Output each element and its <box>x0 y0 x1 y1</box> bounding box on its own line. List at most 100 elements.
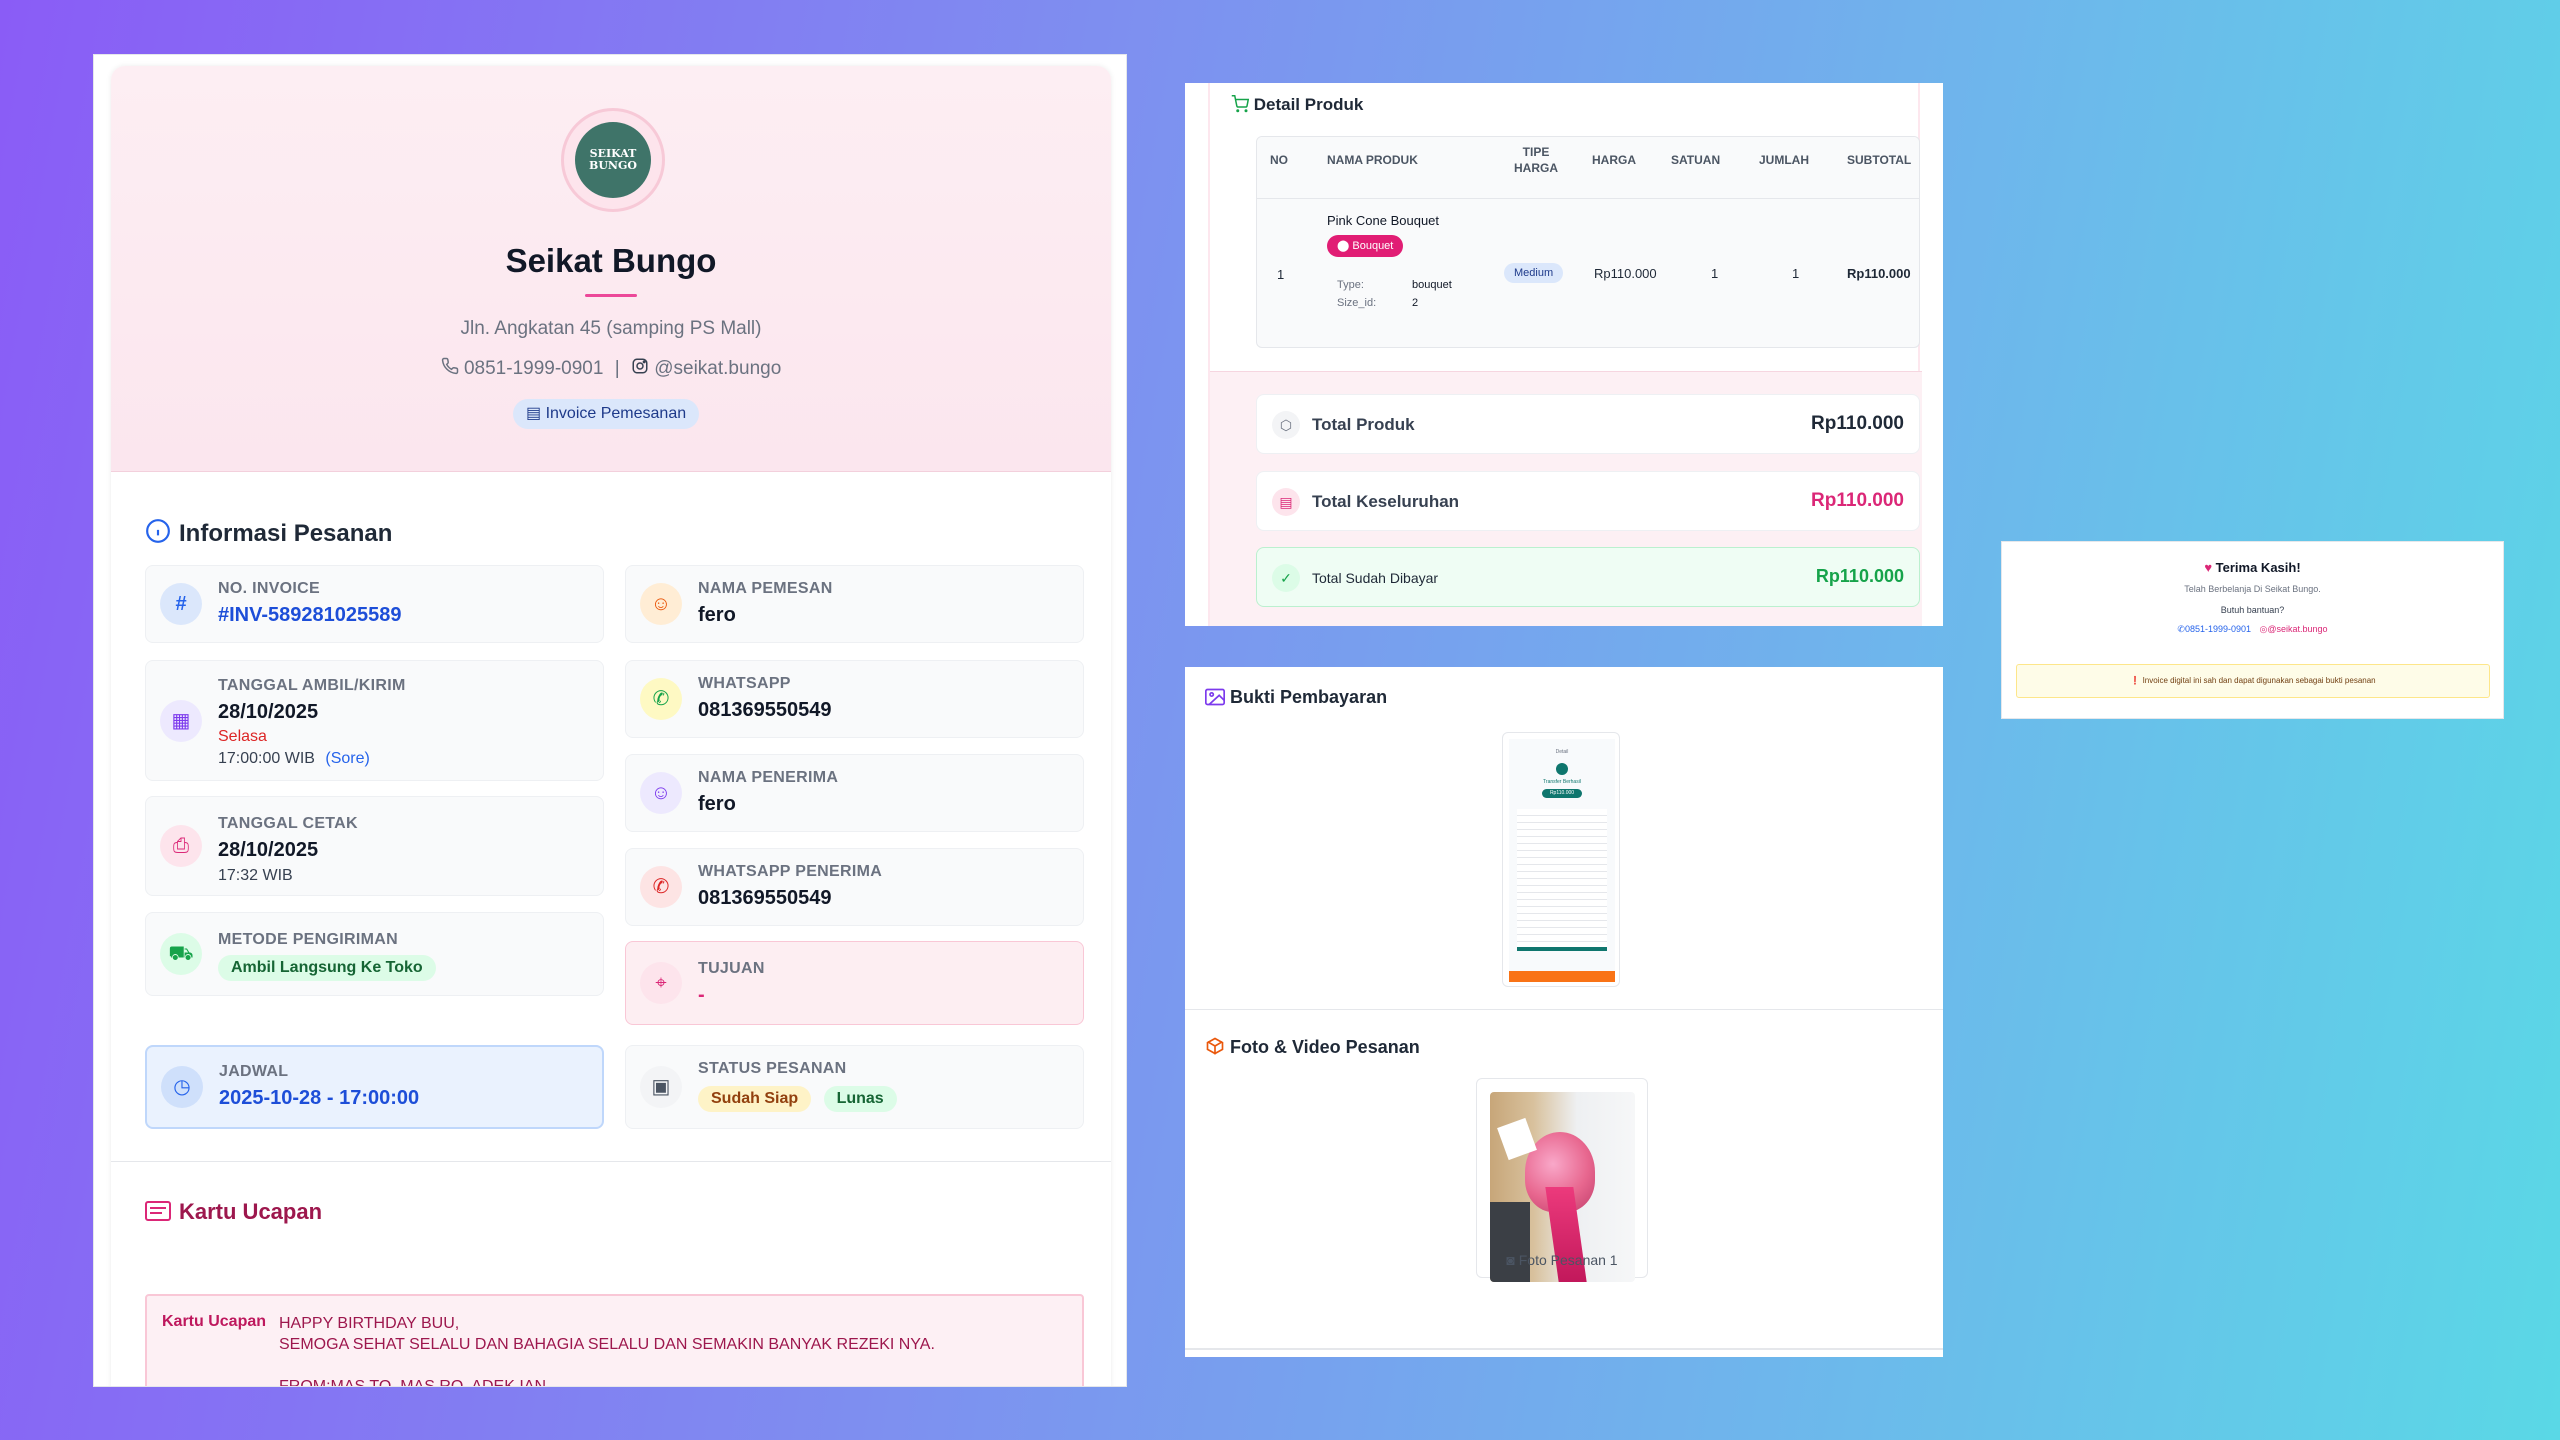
receipt-image: Detail Transfer Berhasil Rp110.000 <box>1509 739 1615 982</box>
total-paid-row: ✓ Total Sudah Dibayar Rp110.000 <box>1256 547 1920 607</box>
truck-icon: ⛟ <box>160 933 202 975</box>
title-underline <box>585 294 637 297</box>
validity-note-text: Invoice digital ini sah dan dapat diguna… <box>2142 676 2376 685</box>
thank-you-panel: ♥ Terima Kasih! Telah Berbelanja Di Seik… <box>2001 541 2504 719</box>
column-header: SATUAN <box>1671 153 1721 167</box>
table-row: 1 Pink Cone Bouquet ⬤ Bouquet Type: bouq… <box>1257 199 1919 347</box>
pickup-date-label: TANGGAL AMBIL/KIRIM <box>218 677 406 694</box>
type-label: Type: <box>1337 279 1364 291</box>
store-name: Seikat Bungo <box>505 242 717 279</box>
thanks-contact: ✆0851-1999-0901 ◎@seikat.bungo <box>2002 624 2503 635</box>
size-label: Size_id: <box>1337 297 1377 309</box>
thanks-phone[interactable]: 0851-1999-0901 <box>2185 624 2251 634</box>
delivery-method-label: METODE PENGIRIMAN <box>218 931 398 948</box>
receipt-amount: Rp110.000 <box>1542 789 1582 798</box>
info-icon <box>145 518 171 551</box>
column-header: NO <box>1270 153 1288 167</box>
recipient-name-card: ☺ NAMA PENERIMA fero <box>625 754 1084 832</box>
greeting-message: HAPPY BIRTHDAY BUU, SEMOGA SEHAT SELALU … <box>279 1313 935 1386</box>
subtotal-value: Rp110.000 <box>1847 266 1911 281</box>
logo-text: SEIKAT BUNGO <box>575 122 651 198</box>
recipient-name-label: NAMA PENERIMA <box>698 769 839 786</box>
pickup-day: Selasa <box>218 728 267 745</box>
thanks-title: ♥ Terima Kasih! <box>2002 560 2503 575</box>
whatsapp-value[interactable]: 081369550549 <box>698 699 831 722</box>
product-table: NO NAMA PRODUK TIPE HARGA HARGA SATUAN JU… <box>1256 136 1920 348</box>
instagram-icon <box>631 358 654 380</box>
grand-total-value: Rp110.000 <box>1811 490 1904 511</box>
section-divider <box>111 1161 1111 1162</box>
invoice-header: SEIKAT BUNGO Seikat Bungo Jln. Angkatan … <box>111 66 1111 472</box>
print-date-value: 28/10/2025 <box>218 839 319 861</box>
delivery-method-card: ⛟ METODE PENGIRIMAN Ambil Langsung Ke To… <box>145 912 604 996</box>
thanks-instagram[interactable]: @seikat.bungo <box>2267 624 2327 634</box>
total-paid-value: Rp110.000 <box>1815 566 1904 586</box>
schedule-label: JADWAL <box>219 1063 289 1080</box>
status-paid-badge: Lunas <box>823 1086 897 1112</box>
package-icon <box>1205 1037 1225 1057</box>
product-name: Pink Cone Bouquet <box>1327 213 1440 228</box>
phone-icon <box>441 357 464 380</box>
category-label: Bouquet <box>1352 240 1394 252</box>
card-icon <box>145 1200 171 1228</box>
invoice-card: SEIKAT BUNGO Seikat Bungo Jln. Angkatan … <box>111 66 1111 1386</box>
order-info-title-text: Informasi Pesanan <box>179 520 393 547</box>
order-status-card: ▣ STATUS PESANAN Sudah Siap Lunas <box>625 1045 1084 1129</box>
help-text: Butuh bantuan? <box>2220 605 2285 615</box>
product-title-text: Detail Produk <box>1253 95 1364 114</box>
check-circle-icon: ✓ <box>1272 564 1300 592</box>
order-photo-card[interactable]: ◙ Foto Pesanan 1 <box>1476 1078 1648 1282</box>
store-logo: SEIKAT BUNGO <box>561 108 665 212</box>
invoice-badge-label: Invoice Pemesanan <box>545 405 687 422</box>
store-contact: 0851-1999-0901 | @seikat.bungo <box>111 357 1111 381</box>
recipient-whatsapp-value[interactable]: 081369550549 <box>698 887 831 910</box>
column-header-line: HARGA <box>1514 161 1558 175</box>
payment-proof-title-text: Bukti Pembayaran <box>1230 687 1388 707</box>
printer-icon: ⎙ <box>160 825 202 867</box>
column-header: JUMLAH <box>1759 153 1809 167</box>
store-instagram[interactable]: @seikat.bungo <box>654 358 781 379</box>
receipt-heading: Transfer Berhasil <box>1543 779 1581 785</box>
order-status-label: STATUS PESANAN <box>698 1060 847 1077</box>
total-paid-label: Total Sudah Dibayar <box>1312 570 1439 586</box>
payment-screenshot[interactable]: Detail Transfer Berhasil Rp110.000 <box>1502 732 1620 987</box>
photo-caption: ◙ Foto Pesanan 1 <box>1477 1252 1647 1268</box>
customer-name-card: ☺ NAMA PEMESAN fero <box>625 565 1084 643</box>
print-date-card: ⎙ TANGGAL CETAK 28/10/2025 17:32 WIB <box>145 796 604 896</box>
store-phone[interactable]: 0851-1999-0901 <box>464 358 603 379</box>
map-pin-icon: ⌖ <box>640 962 682 1004</box>
thanks-title-text: Terima Kasih! <box>2215 560 2301 575</box>
heart-icon: ♥ <box>2204 560 2213 575</box>
greeting-box: Kartu Ucapan HAPPY BIRTHDAY BUU, SEMOGA … <box>145 1294 1084 1386</box>
whatsapp-icon: ✆ <box>640 678 682 720</box>
total-products-label: Total Produk <box>1312 415 1415 434</box>
user-icon: ☺ <box>640 583 682 625</box>
cart-icon <box>1231 95 1250 114</box>
greeting-line: SEMOGA SEHAT SELALU DAN BAHAGIA SELALU D… <box>279 1336 935 1353</box>
box-icon: ⬡ <box>1272 411 1300 439</box>
person-arm <box>1490 1202 1530 1282</box>
section-divider <box>1185 1348 1943 1350</box>
recipient-whatsapp-card: ✆ WHATSAPP PENERIMA 081369550549 <box>625 848 1084 926</box>
payment-proof-panel: Bukti Pembayaran Detail Transfer Berhasi… <box>1185 667 1943 1357</box>
clock-icon: ◷ <box>161 1066 203 1108</box>
pickup-slot: (Sore) <box>325 750 370 767</box>
whatsapp-label: WHATSAPP <box>698 675 791 692</box>
invoice-value: #INV-589281025589 <box>218 604 402 626</box>
receipt-check-icon <box>1556 763 1568 775</box>
column-header-line: TIPE <box>1522 145 1550 159</box>
clipboard-icon: ▣ <box>640 1066 682 1108</box>
pickup-date-card: ▦ TANGGAL AMBIL/KIRIM 28/10/2025 Selasa … <box>145 660 604 781</box>
column-header: NAMA PRODUK <box>1327 153 1418 167</box>
greeting-label: Kartu Ucapan <box>162 1313 267 1330</box>
print-time: 17:32 WIB <box>218 867 293 884</box>
destination-value: - <box>698 984 705 1006</box>
whatsapp-icon: ✆ <box>640 866 682 908</box>
validity-note: ❗ Invoice digital ini sah dan dapat digu… <box>2016 664 2490 698</box>
schedule-value: 2025-10-28 - 17:00:00 <box>219 1087 420 1109</box>
calendar-icon: ▦ <box>160 699 202 742</box>
camera-icon: ◙ <box>1506 1252 1515 1268</box>
whatsapp-card: ✆ WHATSAPP 081369550549 <box>625 660 1084 738</box>
type-value: bouquet <box>1412 279 1452 291</box>
greeting-title-text: Kartu Ucapan <box>179 1199 323 1224</box>
